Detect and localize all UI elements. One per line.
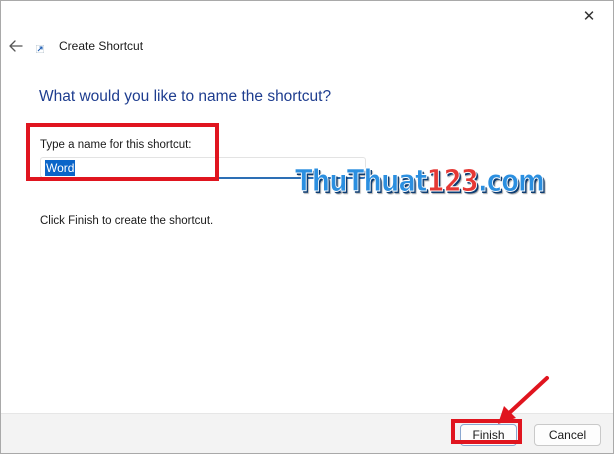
watermark: ThuThuat123.com: [295, 164, 546, 200]
shortcut-name-label: Type a name for this shortcut:: [40, 139, 192, 151]
back-arrow-icon: [9, 40, 23, 52]
wizard-footer: Finish Cancel: [1, 413, 613, 453]
close-button[interactable]: ✕: [569, 1, 609, 31]
shortcut-name-value: Word: [45, 159, 76, 176]
create-shortcut-window: ✕ Create Shortcut What would you like to…: [0, 0, 614, 454]
close-icon: ✕: [582, 8, 596, 25]
cancel-button[interactable]: Cancel: [534, 424, 601, 446]
page-heading: What would you like to name the shortcut…: [39, 88, 332, 105]
back-button[interactable]: [7, 37, 25, 55]
finish-button[interactable]: Finish: [460, 424, 517, 446]
watermark-part2: 123: [426, 164, 479, 200]
watermark-part3: .com: [477, 164, 545, 200]
finish-hint: Click Finish to create the shortcut.: [40, 215, 214, 227]
wizard-title: Create Shortcut: [59, 39, 144, 53]
shortcut-icon: [36, 45, 44, 53]
watermark-part1: ThuThuat: [295, 164, 428, 200]
